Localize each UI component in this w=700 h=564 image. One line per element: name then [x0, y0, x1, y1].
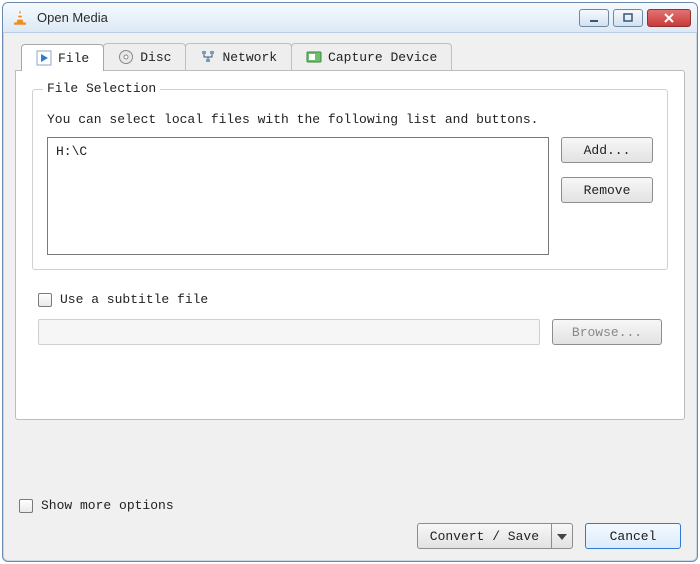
- open-media-window: Open Media File: [2, 2, 698, 562]
- add-file-button[interactable]: Add...: [561, 137, 653, 163]
- bottom-area: Show more options Convert / Save Cancel: [15, 486, 685, 549]
- close-button[interactable]: [647, 9, 691, 27]
- convert-save-split-button: Convert / Save: [417, 523, 573, 549]
- tab-file[interactable]: File: [21, 44, 104, 71]
- maximize-button[interactable]: [613, 9, 643, 27]
- file-list-item[interactable]: H:\C: [56, 144, 540, 159]
- chevron-down-icon: [557, 529, 567, 544]
- file-tab-panel: File Selection You can select local file…: [15, 70, 685, 420]
- title-bar: Open Media: [3, 3, 697, 33]
- tab-label: Network: [222, 50, 277, 65]
- subtitle-path-field: [38, 319, 540, 345]
- tab-label: Disc: [140, 50, 171, 65]
- file-selection-legend: File Selection: [43, 81, 160, 96]
- tab-capture-device[interactable]: Capture Device: [291, 43, 452, 70]
- cancel-button[interactable]: Cancel: [585, 523, 681, 549]
- vlc-cone-icon: [11, 9, 29, 27]
- file-selection-group: File Selection You can select local file…: [32, 89, 668, 270]
- convert-save-dropdown-button[interactable]: [551, 523, 573, 549]
- show-more-options-checkbox[interactable]: [19, 499, 33, 513]
- tab-label: Capture Device: [328, 50, 437, 65]
- show-more-options-label: Show more options: [41, 498, 174, 513]
- tab-disc[interactable]: Disc: [103, 43, 186, 70]
- file-play-icon: [36, 50, 52, 66]
- subtitle-section: Use a subtitle file Browse...: [32, 292, 668, 345]
- network-icon: [200, 49, 216, 65]
- tab-label: File: [58, 51, 89, 66]
- convert-save-button[interactable]: Convert / Save: [417, 523, 551, 549]
- remove-file-button[interactable]: Remove: [561, 177, 653, 203]
- browse-subtitle-button[interactable]: Browse...: [552, 319, 662, 345]
- client-area: File Disc Network Capture Device: [3, 33, 697, 561]
- source-tabs: File Disc Network Capture Device: [21, 43, 685, 70]
- file-list[interactable]: H:\C: [47, 137, 549, 255]
- capture-device-icon: [306, 49, 322, 65]
- minimize-button[interactable]: [579, 9, 609, 27]
- tab-network[interactable]: Network: [185, 43, 292, 70]
- window-controls: [579, 9, 691, 27]
- window-title: Open Media: [37, 10, 108, 25]
- use-subtitle-label: Use a subtitle file: [60, 292, 208, 307]
- use-subtitle-checkbox[interactable]: [38, 293, 52, 307]
- disc-icon: [118, 49, 134, 65]
- file-selection-helper: You can select local files with the foll…: [47, 112, 653, 127]
